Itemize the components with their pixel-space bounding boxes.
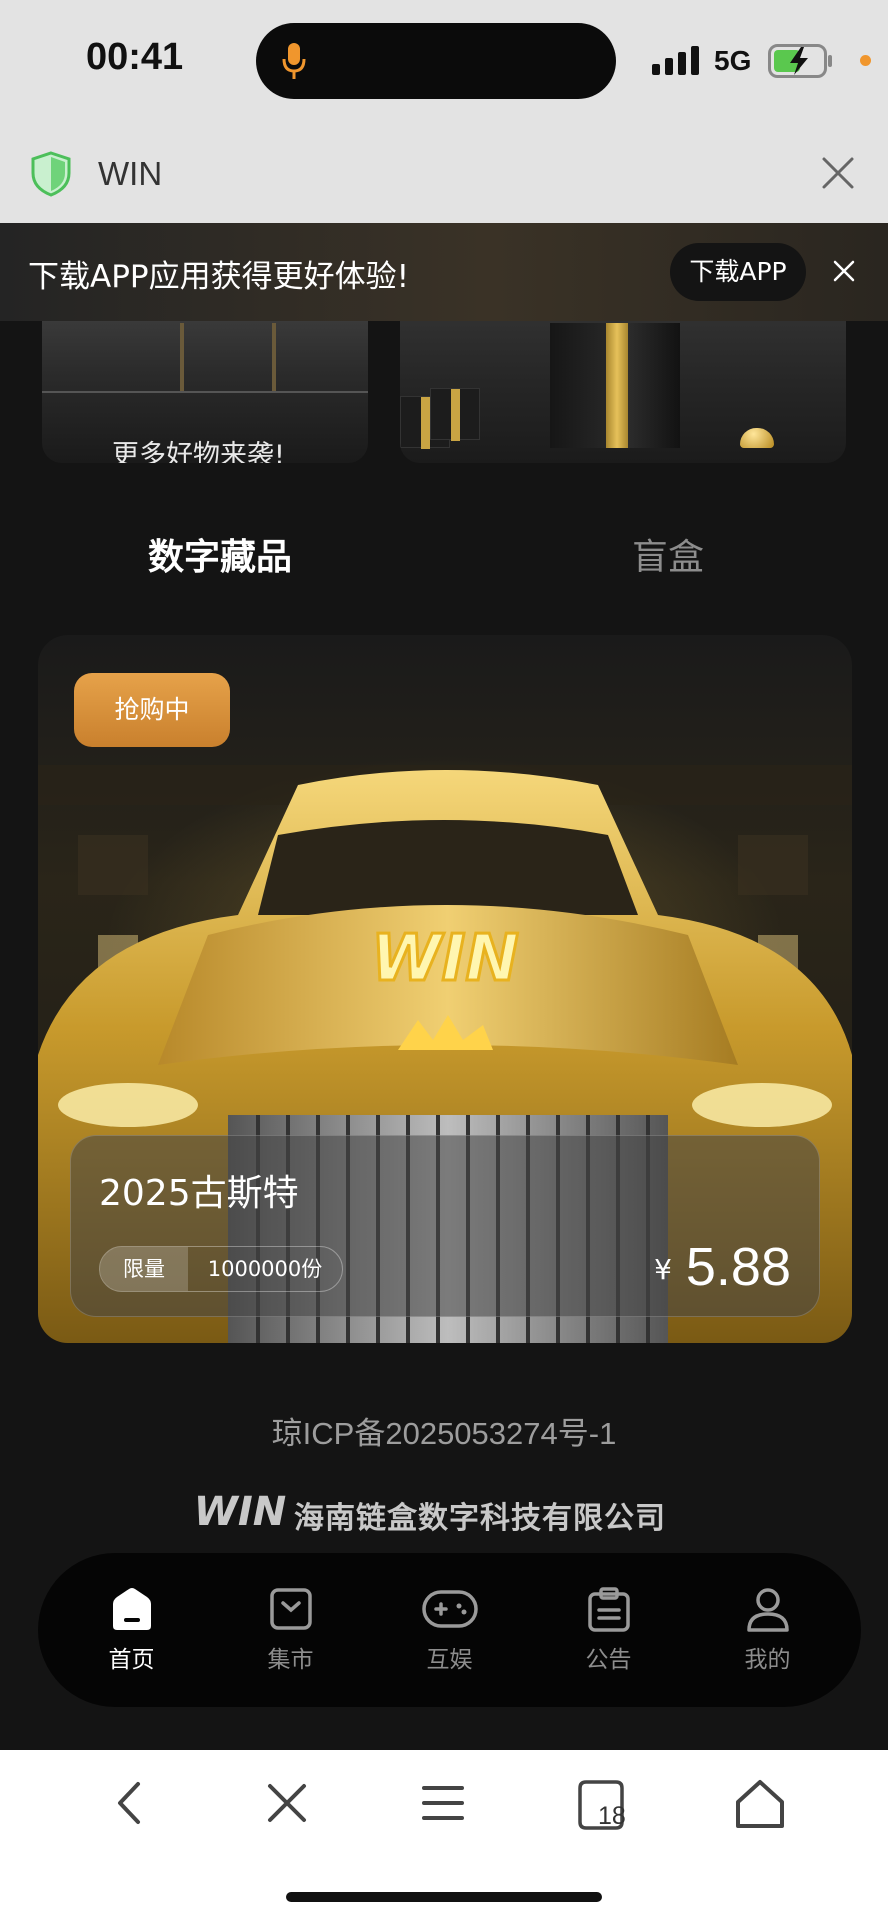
nav-item-entertainment[interactable]: 互娱 bbox=[380, 1586, 520, 1674]
close-icon[interactable] bbox=[820, 155, 856, 195]
nav-item-market[interactable]: 集市 bbox=[221, 1586, 361, 1674]
company-logo: WIN bbox=[194, 1489, 286, 1535]
status-bar: 00:41 5G bbox=[0, 0, 888, 125]
nav-label: 首页 bbox=[108, 1647, 155, 1673]
market-icon bbox=[269, 1588, 312, 1630]
nav-label: 互娱 bbox=[426, 1647, 473, 1673]
shield-icon bbox=[30, 151, 72, 201]
gift-box-image bbox=[550, 323, 680, 448]
decor-shelf bbox=[42, 391, 368, 393]
banner-close-icon[interactable] bbox=[832, 259, 856, 287]
nav-item-profile[interactable]: 我的 bbox=[698, 1586, 838, 1674]
banner-text: 下载APP应用获得更好体验! bbox=[28, 259, 410, 295]
gift-box-image bbox=[430, 388, 480, 441]
bottom-tab-bar: 首页 集市 互娱 公告 我的 bbox=[38, 1553, 861, 1707]
nav-label: 我的 bbox=[744, 1647, 791, 1673]
icp-license-text: 琼ICP备2025053274号-1 bbox=[271, 1416, 617, 1451]
user-icon bbox=[746, 1588, 789, 1632]
product-info-panel: 2025古斯特 限量 1000000份 ¥5.88 bbox=[70, 1135, 820, 1317]
promo-text: 更多好物来袭! bbox=[112, 440, 285, 463]
nav-item-home[interactable]: 首页 bbox=[62, 1586, 202, 1674]
menu-icon[interactable] bbox=[420, 1778, 466, 1832]
emblem-text: WIN bbox=[371, 922, 519, 996]
limit-label: 限量 bbox=[100, 1247, 188, 1291]
tabs-count: 18 bbox=[598, 1802, 626, 1830]
back-icon[interactable] bbox=[110, 1778, 150, 1832]
nav-item-announcements[interactable]: 公告 bbox=[539, 1586, 679, 1674]
status-time: 00:41 bbox=[86, 36, 184, 78]
limit-pill: 限量 1000000份 bbox=[99, 1246, 343, 1292]
home-icon[interactable] bbox=[734, 1778, 786, 1834]
page-content: 下载APP应用获得更好体验! 下载APP 更多好物来袭! 数字藏品 盲盒 WIN… bbox=[0, 223, 888, 1750]
close-icon[interactable] bbox=[262, 1778, 312, 1832]
gamepad-icon bbox=[421, 1590, 478, 1628]
product-card[interactable]: WIN 抢购中 2025古斯特 限量 1000000份 ¥5.88 bbox=[38, 635, 852, 1343]
gold-ornament-image bbox=[740, 428, 774, 448]
decor-rail bbox=[180, 323, 184, 393]
battery-charging-icon bbox=[768, 44, 834, 82]
download-app-banner: 下载APP应用获得更好体验! 下载APP bbox=[0, 223, 888, 321]
browser-toolbar: 18 bbox=[0, 1750, 888, 1920]
privacy-indicator-dot bbox=[860, 55, 871, 66]
product-name: 2025古斯特 bbox=[99, 1173, 299, 1214]
company-logo-text: WIN bbox=[194, 1489, 286, 1535]
dynamic-island bbox=[256, 23, 616, 99]
tab-digital-collectibles[interactable]: 数字藏品 bbox=[148, 528, 292, 580]
cellular-signal-icon bbox=[652, 46, 702, 80]
decor-rail bbox=[272, 323, 276, 393]
clipboard-icon bbox=[587, 1587, 630, 1632]
price-currency: ¥ bbox=[654, 1253, 672, 1286]
network-type: 5G bbox=[714, 45, 752, 76]
download-app-button[interactable]: 下载APP bbox=[670, 243, 806, 301]
company-name: 海南链盒数字科技有限公司 bbox=[294, 1501, 666, 1536]
home-icon bbox=[112, 1588, 151, 1630]
browser-header: WIN bbox=[0, 125, 888, 223]
price: ¥5.88 bbox=[654, 1236, 791, 1298]
limit-value: 1000000份 bbox=[207, 1257, 323, 1281]
site-title: WIN bbox=[98, 155, 163, 192]
price-value: 5.88 bbox=[685, 1237, 791, 1297]
status-badge: 抢购中 bbox=[74, 673, 230, 747]
home-indicator bbox=[286, 1892, 602, 1902]
nav-label: 集市 bbox=[267, 1647, 314, 1673]
tab-blind-box[interactable]: 盲盒 bbox=[632, 528, 704, 580]
nav-label: 公告 bbox=[585, 1647, 632, 1673]
microphone-icon bbox=[282, 41, 306, 85]
